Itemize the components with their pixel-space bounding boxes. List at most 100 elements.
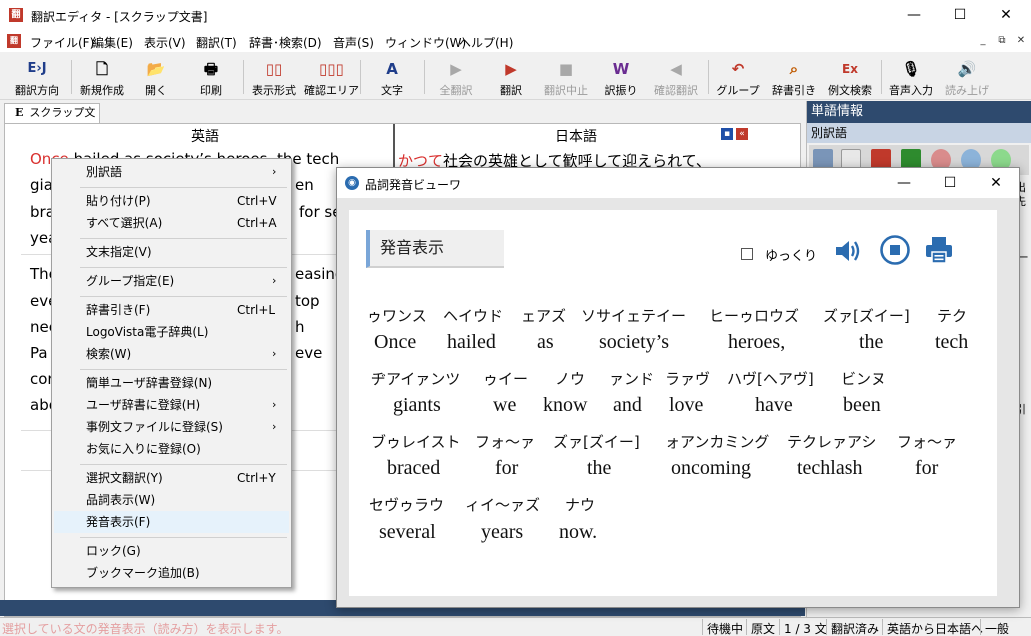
status-divider — [980, 619, 981, 635]
ej-icon: E›J — [27, 61, 47, 76]
menu-help[interactable]: ヘルプ(H) — [459, 34, 513, 51]
tab-scrap-document[interactable]: Eスクラップ文書 — [4, 103, 100, 137]
mdi-close-button[interactable]: ✕ — [1012, 33, 1030, 49]
menu-file[interactable]: ファイル(F) — [30, 34, 94, 51]
pronunciation-word: oncoming — [671, 457, 751, 479]
microphone-icon: 🎙 — [901, 60, 921, 78]
menu-item-logovista[interactable]: LogoVista電子辞典(L) — [54, 321, 289, 343]
source-line[interactable]: Pa — [30, 344, 48, 362]
example-search-button[interactable]: Ex 例文検索 — [822, 54, 878, 98]
pronunciation-kana: ィイ～ァズ — [465, 496, 541, 514]
menu-dictionary[interactable]: 辞書･検索(D) — [249, 34, 322, 51]
stop-translation-button[interactable]: ■ 翻訳中止 — [538, 54, 594, 98]
word-info-title: 単語情報 — [807, 101, 1031, 123]
source-line[interactable]: gia — [30, 176, 53, 194]
maximize-button[interactable]: ☐ — [937, 0, 983, 31]
menu-item-lock[interactable]: ロック(G) — [54, 540, 289, 562]
menu-item-select-all[interactable]: すべて選択(A) Ctrl+A — [54, 212, 289, 234]
menu-item-register-user-dict[interactable]: ユーザ辞書に登録(H) › — [54, 394, 289, 416]
menu-window[interactable]: ウィンドウ(W) — [385, 34, 466, 51]
source-fragment[interactable]: en — [295, 176, 314, 194]
menu-item-quick-user-dict[interactable]: 簡単ユーザ辞書登録(N) — [54, 372, 289, 394]
menu-voice[interactable]: 音声(S) — [333, 34, 374, 51]
toolbar-separator — [243, 60, 244, 94]
title-bar: 翻 翻訳エディタ - [スクラップ文書] — ☐ ✕ — [0, 0, 1031, 31]
confirm-area-button[interactable]: ▯▯▯ 確認エリア — [304, 54, 359, 98]
columns-icon: ▯▯▯ — [319, 60, 344, 78]
slow-checkbox-label[interactable]: ゆっくり — [765, 245, 817, 264]
print-button[interactable]: 🖶 印刷 — [186, 54, 236, 98]
pronunciation-word: have — [755, 394, 793, 416]
viewer-app-icon: ◉ — [345, 176, 359, 190]
menu-item-sentence-end[interactable]: 文末指定(V) — [54, 241, 289, 263]
annotate-translation-button[interactable]: W 訳振り — [598, 54, 644, 98]
stop-icon[interactable] — [879, 234, 911, 266]
translate-button[interactable]: ▶ 翻訳 — [486, 54, 536, 98]
menu-edit[interactable]: 編集(E) — [92, 34, 133, 51]
mdi-restore-button[interactable]: ⧉ — [993, 33, 1011, 49]
close-button[interactable]: ✕ — [983, 0, 1029, 31]
font-button[interactable]: A 文字 — [366, 54, 418, 98]
pronunciation-panel: 発音表示 ゆっくり ゥワンス ヘイウド ェアズ ソサイェテイー ヒーゥロウズ ズ… — [349, 210, 997, 596]
status-direction: 英語から日本語へ — [887, 622, 984, 636]
pronunciation-kana: ズァ[ズイー] — [553, 433, 640, 451]
menu-bar: 翻 ファイル(F) 編集(E) 表示(V) 翻訳(T) 辞書･検索(D) 音声(… — [0, 31, 1031, 52]
read-aloud-button[interactable]: 🔊 読み上げ — [940, 54, 994, 98]
dialog-minimize-button[interactable]: — — [881, 168, 927, 198]
slow-checkbox[interactable] — [741, 248, 753, 260]
menu-item-add-bookmark[interactable]: ブックマーク追加(B) — [54, 562, 289, 584]
source-fragment[interactable]: eve — [295, 344, 322, 362]
pronunciation-kana: ソサイェテイー — [581, 307, 687, 325]
menu-item-favorite[interactable]: お気に入りに登録(O) — [54, 438, 289, 460]
display-format-button[interactable]: ▯▯ 表示形式 — [247, 54, 301, 98]
pronunciation-word: and — [613, 394, 642, 416]
translate-all-button[interactable]: ▶ 全翻訳 — [430, 54, 482, 98]
status-hint: 選択している文の発音表示（読み方）を表示します。 — [2, 622, 289, 636]
menu-item-dictionary-lookup[interactable]: 辞書引き(F) Ctrl+L — [54, 299, 289, 321]
menu-item-pronunciation[interactable]: 発音表示(F) — [54, 511, 289, 533]
new-document-button[interactable]: 🗋 新規作成 — [76, 54, 128, 98]
pane-toggle-icon[interactable]: ▪ — [721, 128, 733, 140]
pronunciation-kana: テクレァアシ — [787, 433, 877, 451]
translation-direction-button[interactable]: E›J 翻訳方向 — [8, 54, 66, 98]
pronunciation-kana: ォアンカミング — [665, 433, 770, 451]
minimize-button[interactable]: — — [891, 0, 937, 31]
dialog-close-button[interactable]: ✕ — [973, 168, 1019, 198]
status-bar: 選択している文の発音表示（読み方）を表示します。 待機中 原文 1 / 3 文 … — [0, 617, 1031, 636]
pane-collapse-icon[interactable]: « — [736, 128, 748, 140]
menu-item-alt-translation[interactable]: 別訳語 › — [54, 161, 289, 183]
menu-view[interactable]: 表示(V) — [144, 34, 186, 51]
pronunciation-word: the — [587, 457, 612, 479]
dialog-maximize-button[interactable]: ☐ — [927, 168, 973, 198]
printer-icon[interactable] — [923, 234, 955, 266]
dialog-title-bar: ◉ 品詞発音ビューワ — ☐ ✕ — [337, 168, 1019, 198]
menu-translate[interactable]: 翻訳(T) — [196, 34, 237, 51]
dialog-title: 品詞発音ビューワ — [365, 178, 462, 192]
menu-item-search[interactable]: 検索(W) › — [54, 343, 289, 365]
menu-item-translate-selection[interactable]: 選択文翻訳(Y) Ctrl+Y — [54, 467, 289, 489]
context-menu: 別訳語 › 貼り付け(P) Ctrl+V すべて選択(A) Ctrl+A 文末指定(V… — [51, 158, 292, 588]
confirm-translation-button[interactable]: ◀ 確認翻訳 — [648, 54, 704, 98]
toolbar: E›J 翻訳方向 🗋 新規作成 📂 開く 🖶 印刷 ▯▯ 表示形式 ▯▯▯ 確認エリア A文… — [0, 52, 1031, 100]
menu-item-group[interactable]: グループ指定(E) › — [54, 270, 289, 292]
mdi-minimize-button[interactable]: _ — [974, 33, 992, 49]
layout-icon: ▯▯ — [265, 60, 283, 78]
speaker-icon[interactable] — [833, 236, 863, 266]
pronunciation-kana: ビンヌ — [841, 370, 887, 388]
pronunciation-word: giants — [393, 394, 441, 416]
source-fragment[interactable]: top — [295, 292, 320, 310]
menu-item-paste[interactable]: 貼り付け(P) Ctrl+V — [54, 190, 289, 212]
toolbar-separator — [71, 60, 72, 94]
open-button[interactable]: 📂 開く — [132, 54, 180, 98]
group-button[interactable]: ↶ グループ — [712, 54, 764, 98]
voice-input-button[interactable]: 🎙 音声入力 — [885, 54, 937, 98]
dictionary-lookup-button[interactable]: ⌕ 辞書引き — [768, 54, 820, 98]
speaker-icon: 🔊 — [957, 60, 977, 78]
pronunciation-word: tech — [935, 331, 969, 353]
menu-item-part-of-speech[interactable]: 品詞表示(W) — [54, 489, 289, 511]
submenu-arrow-icon: › — [272, 398, 277, 411]
menu-item-register-example[interactable]: 事例文ファイルに登録(S) › — [54, 416, 289, 438]
pronunciation-word: love — [669, 394, 704, 416]
pronunciation-kana: ヘイウド — [443, 307, 504, 325]
source-fragment[interactable]: h — [295, 318, 305, 336]
